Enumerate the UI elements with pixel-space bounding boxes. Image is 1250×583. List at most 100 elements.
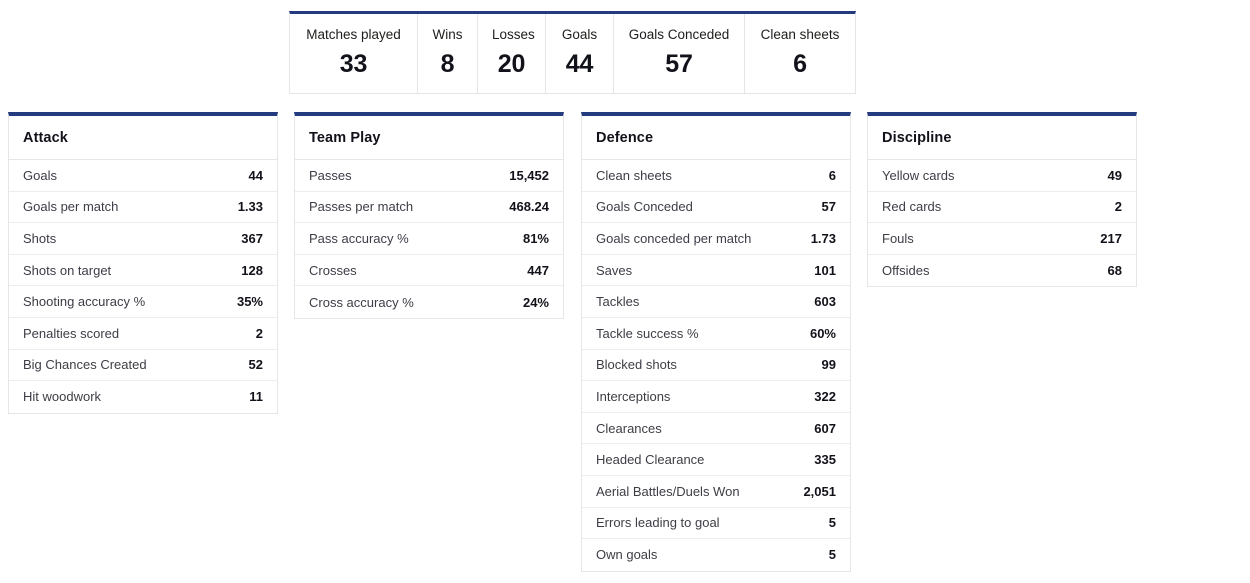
stat-row-label: Pass accuracy % [309,231,409,246]
panel-title: Defence [582,116,850,160]
stat-row-value: 101 [804,263,836,278]
stat-row: Cross accuracy % 24% [295,286,563,318]
stat-row-value: 2 [246,326,263,341]
stat-row-label: Shots [23,231,56,246]
stat-row: Hit woodwork 11 [9,381,277,413]
stat-row-label: Aerial Battles/Duels Won [596,484,740,499]
stat-row-value: 603 [804,294,836,309]
stat-row: Interceptions 322 [582,381,850,413]
stat-row: Clearances607 [582,413,850,445]
stat-row-value: 217 [1090,231,1122,246]
stat-row: Aerial Battles/Duels Won 2,051 [582,476,850,508]
summary-cell-label: Matches played [304,26,403,43]
stat-row-value: 57 [812,199,836,214]
stat-row-value: 15,452 [499,168,549,183]
stat-row-value: 49 [1098,168,1122,183]
stat-row-label: Errors leading to goal [596,515,720,530]
stat-row-label: Goals conceded per match [596,231,751,246]
stat-row-value: 367 [231,231,263,246]
stat-row-label: Own goals [596,547,657,562]
stat-row-value: 322 [804,389,836,404]
stat-row-value: 99 [812,357,836,372]
summary-cell: Wins 8 [418,14,478,93]
stat-row-value: 11 [239,389,263,404]
stat-row: Shots 367 [9,223,277,255]
summary-cell-value: 33 [304,50,403,79]
stat-row-value: 44 [239,168,263,183]
stat-row-value: 1.73 [801,231,836,246]
stat-row-value: 335 [804,452,836,467]
stat-row-label: Penalties scored [23,326,119,341]
stat-row-value: 6 [819,168,836,183]
summary-cell-value: 6 [759,50,841,79]
stat-row-value: 5 [819,515,836,530]
stat-row-label: Big Chances Created [23,357,147,372]
stat-row-label: Crosses [309,263,357,278]
stat-row: Clean sheets 6 [582,160,850,192]
stat-row-label: Passes per match [309,199,413,214]
stat-row-label: Hit woodwork [23,389,101,404]
summary-cell: Goals Conceded57 [614,14,745,93]
stat-row: Errors leading to goal 5 [582,508,850,540]
stat-row-value: 1.33 [228,199,263,214]
stat-row: Passes 15,452 [295,160,563,192]
stat-row-label: Blocked shots [596,357,677,372]
stats-panel-attack: Attack Goals44Goals per match1.33Shots36… [8,112,278,414]
stat-row-label: Interceptions [596,389,670,404]
summary-cell: Goals 44 [546,14,614,93]
stat-row-value: 2 [1105,199,1122,214]
summary-cell: Losses 20 [478,14,546,93]
panel-title: Discipline [868,116,1136,160]
stat-row-label: Clean sheets [596,168,672,183]
stat-row-value: 68 [1098,263,1122,278]
stat-row-label: Shooting accuracy % [23,294,145,309]
stat-row: Offsides 68 [868,255,1136,287]
stat-row: Goals per match 1.33 [9,192,277,224]
stats-panel-defence: Defence Clean sheets6Goals Conceded57Goa… [581,112,851,572]
season-summary-row: Matches played33Wins8Losses20Goals44Goal… [290,14,855,93]
stat-row: Goals Conceded 57 [582,192,850,224]
panel-rows: Yellow cards49Red cards2Fouls217Offsides… [868,160,1136,286]
stat-row-value: 128 [231,263,263,278]
stat-row: Red cards 2 [868,192,1136,224]
stat-row: Own goals 5 [582,539,850,571]
stat-row-value: 2,051 [793,484,836,499]
stat-row-label: Saves [596,263,632,278]
stat-row-label: Offsides [882,263,929,278]
stat-row-value: 24% [513,295,549,310]
summary-cell-value: 44 [560,50,599,79]
stat-row: Shots on target 128 [9,255,277,287]
summary-cell-value: 20 [492,50,531,79]
stat-row-label: Red cards [882,199,941,214]
stat-row: Yellow cards49 [868,160,1136,192]
summary-cell-value: 8 [432,50,463,79]
stats-panel-team-play: Team Play Passes15,452Passes per match46… [294,112,564,319]
stat-row: Tackles 603 [582,286,850,318]
stat-row-label: Tackles [596,294,639,309]
summary-cell: Matches played 33 [290,14,418,93]
stat-row: Crosses447 [295,255,563,287]
stat-row: Big Chances Created 52 [9,350,277,382]
summary-cell-label: Losses [492,26,531,43]
stat-row-label: Tackle success % [596,326,699,341]
stat-row-label: Goals per match [23,199,118,214]
summary-cell-label: Goals [560,26,599,43]
stat-row-label: Passes [309,168,352,183]
stat-row-value: 35% [227,294,263,309]
stat-row: Pass accuracy % 81% [295,223,563,255]
summary-cell-label: Wins [432,26,463,43]
stat-row-value: 5 [819,547,836,562]
stat-row-label: Cross accuracy % [309,295,414,310]
stat-row-value: 52 [239,357,263,372]
stats-panel-discipline: Discipline Yellow cards49 Red cards 2 Fouls… [867,112,1137,287]
stat-row: Shooting accuracy % 35% [9,286,277,318]
stat-row: Fouls217 [868,223,1136,255]
stat-row: Penalties scored 2 [9,318,277,350]
stat-row: Headed Clearance335 [582,444,850,476]
stat-row-label: Goals Conceded [596,199,693,214]
stat-row-value: 81% [513,231,549,246]
stat-row-label: Shots on target [23,263,111,278]
stat-row-value: 607 [804,421,836,436]
stat-row: Goals conceded per match 1.73 [582,223,850,255]
stat-row: Passes per match468.24 [295,192,563,224]
